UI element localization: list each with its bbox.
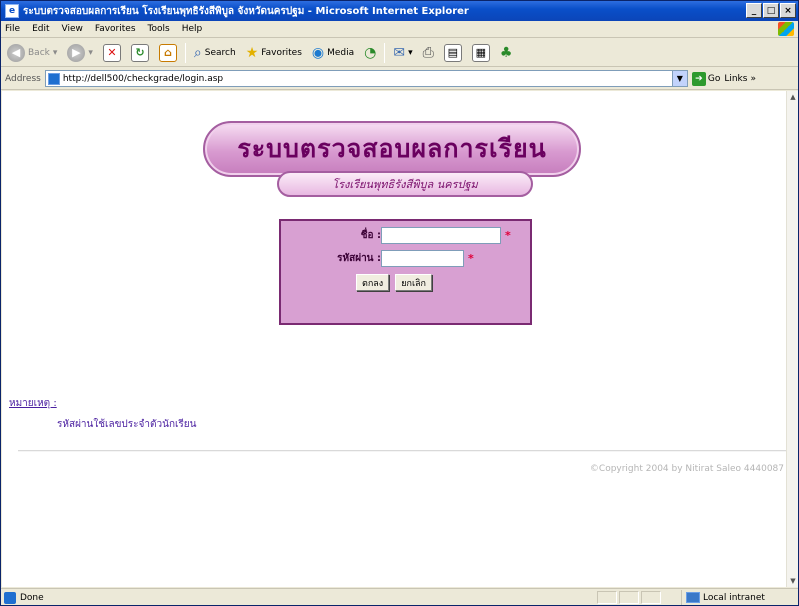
security-zone: Local intranet [681, 590, 793, 605]
print-button[interactable]: ⎙ [421, 42, 436, 64]
maximize-button[interactable]: □ [763, 3, 779, 18]
banner-subtitle: โรงเรียนพุทธิรังสีพิบูล นครปฐม [332, 178, 478, 191]
menu-file[interactable]: File [5, 24, 20, 34]
messenger-icon: ♣ [499, 44, 513, 61]
menu-edit[interactable]: Edit [32, 24, 49, 34]
back-label: Back [28, 47, 50, 58]
form-buttons: ตกลง ยกเลิก [356, 274, 432, 291]
back-arrow-icon: ◀ [7, 43, 25, 62]
page-content: ระบบตรวจสอบผลการเรียน โรงเรียนพุทธิรังสี… [2, 91, 786, 587]
menu-view[interactable]: View [62, 24, 83, 34]
go-label: Go [707, 73, 721, 84]
menu-bar: File Edit View Favorites Tools Help [1, 21, 798, 38]
note-title: หมายเหตุ : [9, 398, 57, 409]
minimize-button[interactable]: _ [746, 3, 762, 18]
note-text: รหัสผ่านใช้เลขประจำตัวนักเรียน [57, 419, 197, 430]
menu-tools[interactable]: Tools [148, 24, 170, 34]
password-input[interactable] [381, 250, 464, 267]
star-icon: ★ [245, 44, 259, 61]
divider [18, 450, 786, 452]
stop-icon: ✕ [102, 43, 121, 62]
go-arrow-icon: ➔ [691, 71, 706, 86]
favorites-label: Favorites [261, 47, 302, 58]
intranet-icon [686, 592, 700, 603]
password-row: รหัสผ่าน : * [301, 250, 474, 267]
chevron-right-icon: » [750, 73, 756, 84]
chevron-down-icon: ▾ [52, 47, 58, 58]
discuss-button[interactable]: ▦ [470, 42, 492, 64]
address-label: Address [5, 73, 41, 84]
page-done-icon [4, 591, 16, 604]
messenger-button[interactable]: ♣ [498, 42, 515, 64]
forward-arrow-icon: ▶ [67, 43, 86, 62]
address-dropdown-icon[interactable]: ▼ [671, 71, 687, 86]
cancel-button[interactable]: ยกเลิก [395, 274, 432, 291]
page-icon [47, 72, 60, 85]
name-label: ชื่อ : [360, 230, 381, 241]
vertical-scrollbar[interactable]: ▲ ▼ [786, 91, 798, 587]
address-field[interactable]: ▼ [44, 70, 688, 87]
home-icon: ⌂ [158, 43, 177, 62]
required-mark: * [468, 252, 474, 265]
history-icon: ◔ [364, 44, 377, 61]
discuss-icon: ▦ [471, 43, 490, 62]
scroll-up-icon[interactable]: ▲ [787, 91, 799, 103]
links-label: Links [724, 73, 748, 84]
address-input[interactable] [62, 73, 663, 84]
links-button[interactable]: Links » [724, 74, 756, 84]
printer-icon: ⎙ [422, 44, 434, 61]
edit-button[interactable]: ▤ [442, 42, 464, 64]
banner-subtitle-pill: โรงเรียนพุทธิรังสีพิบูล นครปฐม [277, 171, 533, 197]
toolbar: ◀ Back ▾ ▶ ▾ ✕ ↻ ⌂ ⌕ Search ★ Favorites … [1, 39, 798, 67]
go-button[interactable]: ➔ Go [691, 71, 721, 86]
required-mark: * [505, 229, 511, 242]
status-text: Done [20, 592, 44, 603]
status-cells [597, 591, 661, 604]
login-form: ชื่อ : * รหัสผ่าน : * ตกลง ยกเลิก [279, 219, 532, 325]
search-icon: ⌕ [193, 44, 202, 61]
zone-label: Local intranet [703, 592, 765, 603]
refresh-button[interactable]: ↻ [129, 42, 151, 64]
chevron-down-icon: ▾ [88, 47, 93, 58]
copyright-text: ©Copyright 2004 by Nitirat Saleo 4440087 [589, 464, 784, 474]
window-title: ระบบตรวจสอบผลการเรียน โรงเรียนพุทธิรังสี… [23, 5, 469, 17]
note-block: หมายเหตุ : รหัสผ่านใช้เลขประจำตัวนักเรีย… [9, 396, 196, 432]
windows-logo-icon [778, 22, 794, 36]
edit-icon: ▤ [443, 43, 462, 62]
media-button[interactable]: ◉ Media [310, 42, 356, 64]
submit-button[interactable]: ตกลง [356, 274, 390, 291]
ie-icon: e [5, 4, 19, 18]
menu-favorites[interactable]: Favorites [95, 24, 136, 34]
media-icon: ◉ [311, 44, 325, 61]
refresh-icon: ↻ [130, 43, 149, 62]
title-bar[interactable]: e ระบบตรวจสอบผลการเรียน โรงเรียนพุทธิรัง… [1, 1, 798, 21]
history-button[interactable]: ◔ [362, 42, 378, 64]
stop-button[interactable]: ✕ [101, 42, 123, 64]
forward-button[interactable]: ▶ ▾ [65, 42, 95, 64]
page-banner: ระบบตรวจสอบผลการเรียน [203, 121, 581, 177]
back-button[interactable]: ◀ Back ▾ [5, 42, 59, 64]
mail-button[interactable]: ✉ ▾ [391, 42, 414, 64]
chevron-down-icon: ▾ [408, 47, 413, 58]
window-controls: _ □ × [746, 3, 796, 18]
address-bar: Address ▼ ➔ Go Links » [1, 68, 798, 90]
name-row: ชื่อ : * [301, 227, 511, 244]
menu-help[interactable]: Help [182, 24, 203, 34]
password-label: รหัสผ่าน : [337, 253, 381, 264]
favorites-button[interactable]: ★ Favorites [244, 42, 304, 64]
search-label: Search [204, 47, 236, 58]
home-button[interactable]: ⌂ [157, 42, 179, 64]
banner-title: ระบบตรวจสอบผลการเรียน [237, 134, 547, 163]
close-button[interactable]: × [780, 3, 796, 18]
browser-window: e ระบบตรวจสอบผลการเรียน โรงเรียนพุทธิรัง… [0, 0, 799, 606]
name-input[interactable] [381, 227, 501, 244]
mail-icon: ✉ [393, 44, 406, 61]
search-button[interactable]: ⌕ Search [192, 42, 238, 64]
media-label: Media [327, 47, 355, 58]
status-bar: Done Local intranet [1, 588, 798, 606]
scroll-down-icon[interactable]: ▼ [787, 575, 799, 587]
